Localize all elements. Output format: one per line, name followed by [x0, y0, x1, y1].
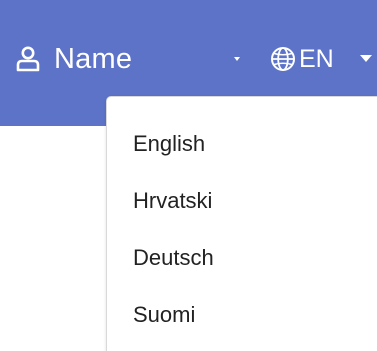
- globe-icon[interactable]: [270, 46, 296, 72]
- language-option-deutsch[interactable]: Deutsch: [133, 243, 214, 273]
- language-dropdown-menu: English Hrvatski Deutsch Suomi: [106, 96, 377, 351]
- user-icon[interactable]: [16, 46, 40, 72]
- user-name[interactable]: Name: [54, 40, 132, 78]
- language-selector[interactable]: EN: [299, 42, 334, 76]
- language-option-english[interactable]: English: [133, 129, 205, 159]
- user-menu-caret-icon[interactable]: [234, 57, 240, 61]
- language-option-suomi[interactable]: Suomi: [133, 300, 195, 330]
- chevron-down-icon[interactable]: [360, 55, 372, 62]
- language-option-hrvatski[interactable]: Hrvatski: [133, 186, 212, 216]
